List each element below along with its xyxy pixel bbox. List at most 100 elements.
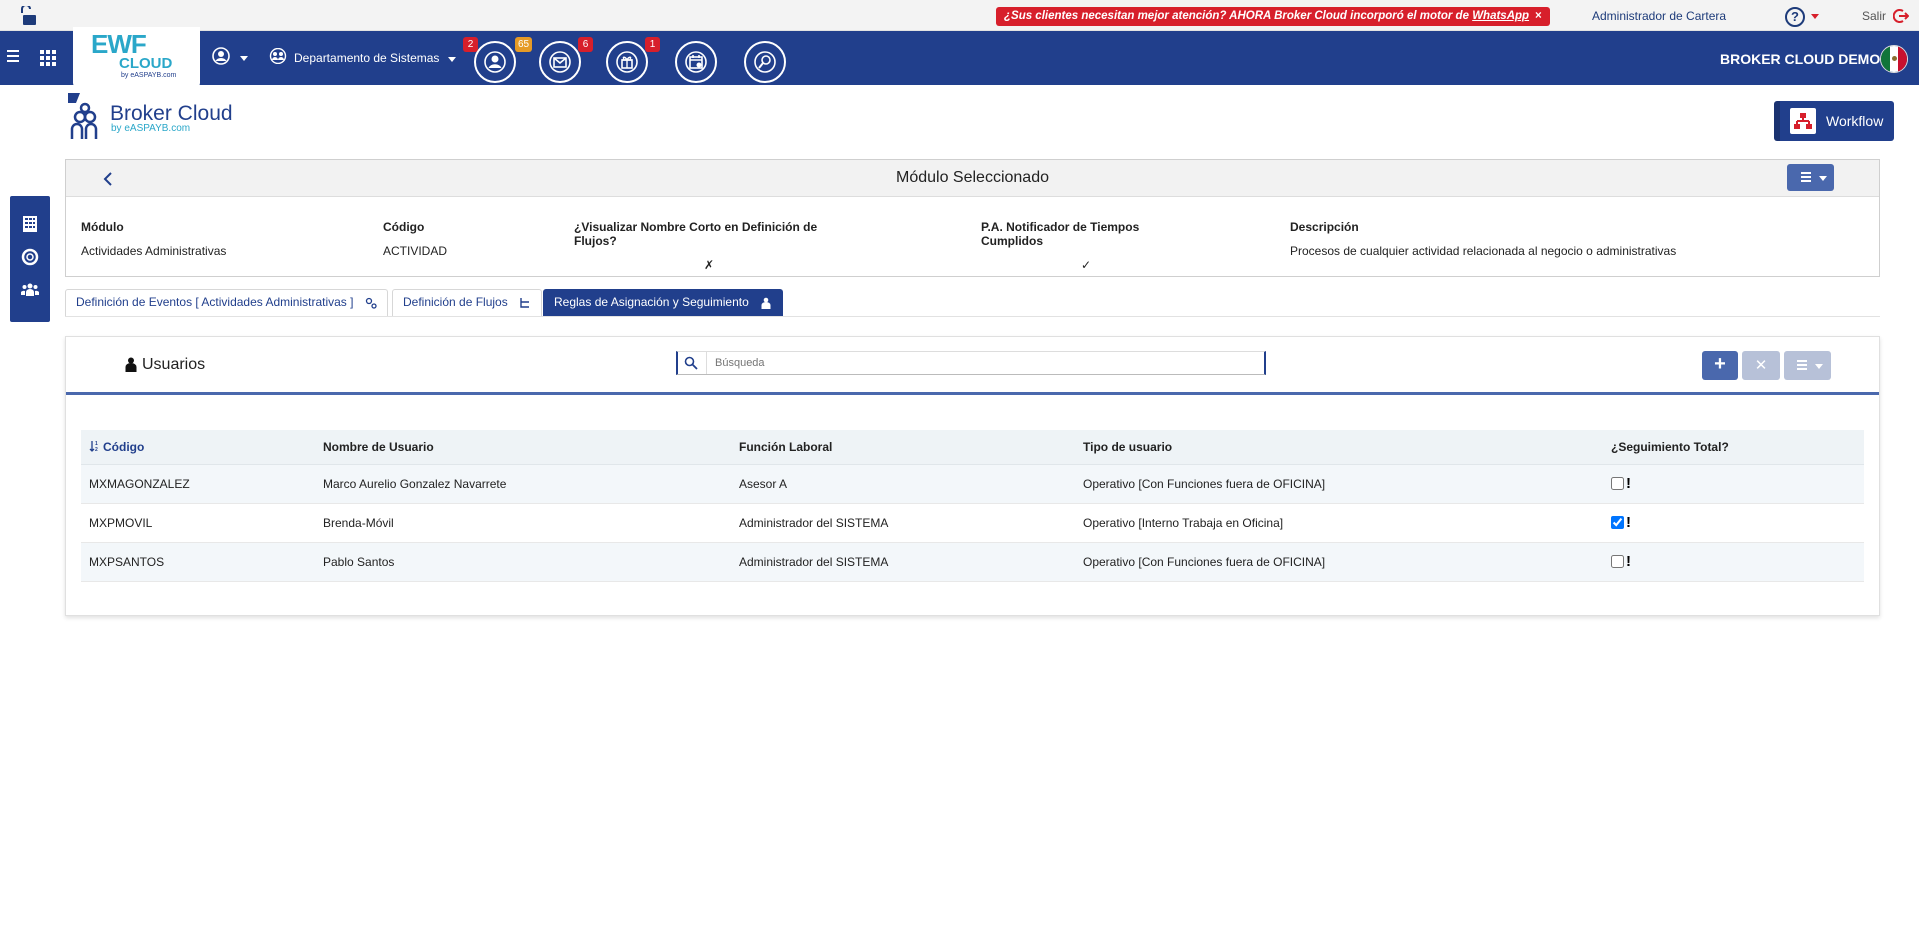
follow-checkbox[interactable] [1611,516,1624,529]
help-icon[interactable]: ? [1785,7,1805,27]
table-row[interactable]: MXPMOVIL Brenda-Móvil Administrador del … [81,503,1864,543]
module-col-value: Actividades Administrativas [81,244,227,258]
menu-caret-icon [1819,176,1827,181]
users-menu-button[interactable] [1784,351,1831,380]
main-navbar [0,31,1919,85]
users-header: Usuarios + ✕ [66,337,1879,395]
user-search-button[interactable] [744,41,786,83]
tab-label: Definición de Flujos [403,295,508,309]
module-col-notifier: P.A. Notificador de Tiempos Cumplidos ✓ [981,220,1191,272]
logout-icon[interactable] [1893,8,1909,24]
mail-button[interactable] [539,41,581,83]
module-col-header: Módulo [81,220,124,234]
follow-checkbox[interactable] [1611,477,1624,490]
top-strip: ¿Sus clientes necesitan mejor atención? … [0,0,1919,31]
module-col-code: Código ACTIVIDAD [383,220,447,258]
table-header-row: 1 2 Código Nombre de Usuario Función Lab… [81,430,1864,465]
gifts-button[interactable] [606,41,648,83]
flow-icon [520,297,530,308]
cell-type: Operativo [Con Funciones fuera de OFICIN… [1075,542,1603,582]
users-title: Usuarios [142,356,206,373]
module-header: Módulo Seleccionado [66,160,1879,197]
gifts-badge: 1 [645,37,660,52]
department-selector[interactable]: Departamento de Sistemas [294,51,439,65]
module-col-value: ACTIVIDAD [383,244,448,258]
logout-link[interactable]: Salir [1862,9,1886,23]
tab-flow-definition[interactable]: Definición de Flujos [392,289,543,316]
admin-cartera-link[interactable]: Administrador de Cartera [1592,9,1726,23]
tab-label: Definición de Eventos [ Actividades Admi… [76,295,354,309]
workflow-icon [1790,108,1816,134]
user-icon[interactable] [212,47,230,65]
module-col-value: ✓ [1080,258,1092,272]
table-row[interactable]: MXPSANTOS Pablo Santos Administrador del… [81,542,1864,582]
contacts-extra-badge: 65 [515,37,533,52]
contacts-badge: 2 [463,37,478,52]
promo-text: ¿Sus clientes necesitan mejor atención? … [1004,10,1473,22]
lock-open-icon[interactable] [20,6,40,26]
users-panel: Usuarios + ✕ 1 2 Código [65,336,1880,616]
delete-user-button[interactable]: ✕ [1742,351,1780,380]
cell-follow: ! [1603,464,1864,504]
search-box [676,351,1266,375]
left-sidebar [10,196,50,322]
menu-icon [1801,172,1811,184]
menu-caret-icon [1815,364,1823,369]
contacts-icon [484,51,506,73]
mexico-flag-icon[interactable] [1880,45,1908,73]
broker-cloud-logo-icon [68,93,98,139]
svg-text:2: 2 [95,447,98,452]
col-header-type[interactable]: Tipo de usuario [1075,430,1603,465]
cell-role: Administrador del SISTEMA [731,503,1075,543]
add-user-button[interactable]: + [1702,351,1738,380]
cell-role: Asesor A [731,464,1075,504]
search-icon [684,356,698,370]
cell-code: MXPMOVIL [81,503,315,543]
module-col-header: Descripción [1290,220,1359,234]
team-icon[interactable] [21,281,39,299]
user-caret-icon[interactable] [240,56,248,61]
calendar-icon [685,51,707,73]
department-caret-icon[interactable] [448,57,456,62]
selected-module-panel: Módulo Seleccionado Módulo Actividades A… [65,159,1880,277]
col-header-name[interactable]: Nombre de Usuario [315,430,731,465]
close-promo-button[interactable]: × [1535,10,1542,22]
apps-grid-icon[interactable] [40,50,56,66]
col-header-follow[interactable]: ¿Seguimiento Total? [1603,430,1864,465]
help-caret-icon[interactable] [1811,14,1819,19]
cell-type: Operativo [Con Funciones fuera de OFICIN… [1075,464,1603,504]
search-input[interactable] [706,352,1261,374]
cell-name: Pablo Santos [315,542,731,582]
follow-checkbox[interactable] [1611,555,1624,568]
company-brand: BROKER CLOUD DEMO [1720,51,1881,67]
cell-code: MXMAGONZALEZ [81,464,315,504]
module-col-value: ✗ [703,258,715,272]
gift-icon [616,51,638,73]
department-icon [269,48,287,64]
module-menu-button[interactable] [1787,164,1834,191]
gears-icon [365,297,377,309]
tab-event-definition[interactable]: Definición de Eventos [ Actividades Admi… [65,289,388,316]
table-row[interactable]: MXMAGONZALEZ Marco Aurelio Gonzalez Nava… [81,464,1864,504]
ewf-cloud-logo[interactable]: EWF CLOUD by eASPAYB.com [73,27,200,87]
logo-cloud-text: CLOUD [119,55,173,72]
module-title: Módulo Seleccionado [896,169,1049,186]
col-header-label: Código [103,439,145,454]
lifebuoy-icon[interactable] [21,248,39,266]
users-table: 1 2 Código Nombre de Usuario Función Lab… [81,430,1864,582]
col-header-role[interactable]: Función Laboral [731,430,1075,465]
workflow-button[interactable]: Workflow [1774,101,1894,141]
mail-icon [549,51,571,73]
tab-assignment-rules[interactable]: Reglas de Asignación y Seguimiento [543,289,784,316]
module-col-header: ¿Visualizar Nombre Corto en Definición d… [574,220,818,248]
whatsapp-promo-banner[interactable]: ¿Sus clientes necesitan mejor atención? … [996,7,1550,26]
cell-role: Administrador del SISTEMA [731,542,1075,582]
whatsapp-link[interactable]: WhatsApp [1472,10,1529,22]
contacts-button[interactable] [474,41,516,83]
hamburger-icon[interactable] [7,50,19,62]
col-header-code[interactable]: 1 2 Código [81,430,315,465]
cell-type: Operativo [Interno Trabaja en Oficina] [1075,503,1603,543]
building-icon[interactable] [21,215,39,233]
cell-follow: ! [1603,542,1864,582]
calendar-button[interactable] [675,41,717,83]
